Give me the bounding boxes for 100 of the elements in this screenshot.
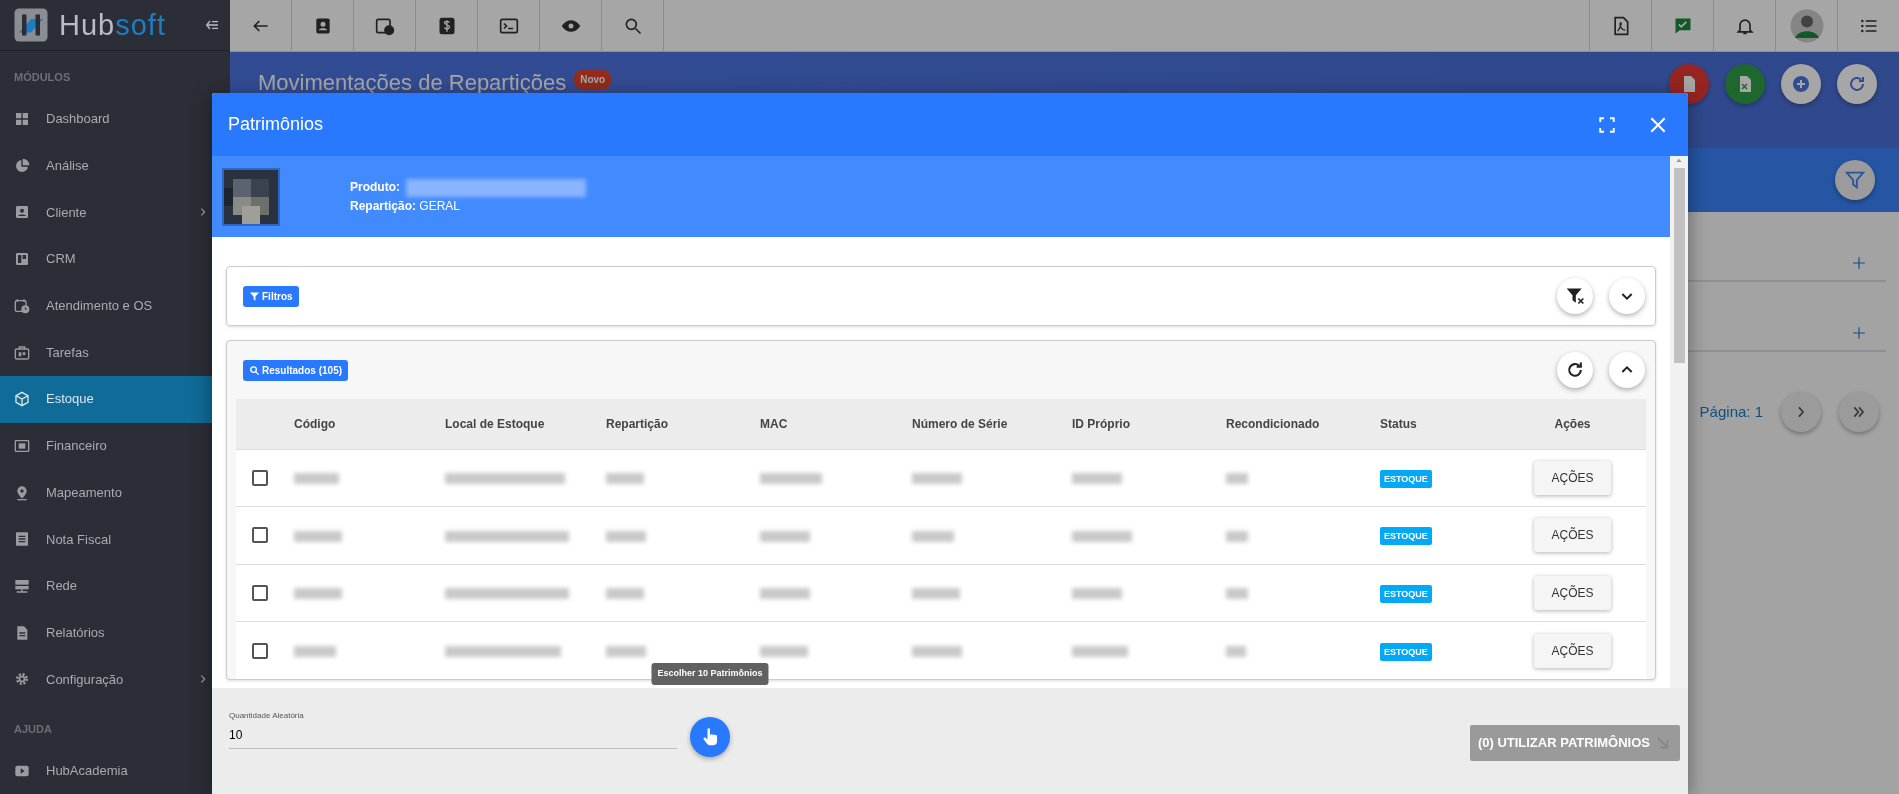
redacted-text bbox=[1072, 588, 1122, 600]
column-header: Número de Série bbox=[912, 416, 1008, 431]
map-pin-icon bbox=[14, 484, 30, 501]
redacted-text bbox=[1072, 473, 1122, 485]
page-title: Movimentações de Repartições bbox=[258, 69, 567, 97]
expand-button[interactable] bbox=[1609, 278, 1645, 314]
actions-button[interactable]: AÇÕES bbox=[1534, 633, 1611, 668]
sidebar-item[interactable]: Cliente bbox=[0, 189, 230, 236]
redacted-text bbox=[294, 473, 339, 485]
refresh-icon bbox=[1565, 360, 1585, 380]
filters-tag[interactable]: Filtros bbox=[243, 285, 299, 307]
row-checkbox[interactable] bbox=[252, 584, 268, 601]
search-icon bbox=[249, 364, 260, 376]
sidebar-item[interactable]: Rede bbox=[0, 562, 230, 610]
redacted-text bbox=[912, 645, 962, 657]
filter-icon bbox=[1844, 169, 1866, 191]
sidebar-item[interactable]: Nota Fiscal bbox=[0, 515, 230, 563]
document-list-icon bbox=[14, 531, 30, 548]
field-label: Quantidade Aleatória bbox=[229, 710, 305, 722]
avatar-icon[interactable] bbox=[1788, 7, 1825, 44]
sidebar-item[interactable]: HubAcademia bbox=[0, 747, 230, 794]
board-icon bbox=[14, 251, 30, 268]
column-header: Repartição bbox=[606, 416, 669, 431]
filter-icon bbox=[249, 290, 260, 302]
sidebar-item[interactable]: Financeiro bbox=[0, 422, 230, 470]
sidebar-item[interactable]: Dashboard bbox=[0, 95, 230, 143]
cube-icon bbox=[14, 391, 30, 408]
sidebar-item[interactable]: Tarefas bbox=[0, 329, 230, 376]
redacted-text bbox=[912, 473, 962, 485]
redacted-text bbox=[606, 530, 646, 542]
redacted-text bbox=[760, 588, 810, 600]
scrollbar-thumb[interactable] bbox=[1673, 168, 1685, 363]
contact-card-icon bbox=[14, 204, 30, 221]
logo-icon bbox=[13, 7, 49, 44]
column-header: MAC bbox=[760, 416, 788, 431]
column-header: Status bbox=[1380, 416, 1417, 431]
tooltip: Escolher 10 Patrimônios bbox=[651, 663, 769, 685]
results-tag[interactable]: Resultados (105) bbox=[243, 359, 349, 381]
pie-chart-icon bbox=[14, 157, 30, 174]
spreadsheet-button[interactable] bbox=[1725, 64, 1765, 104]
redacted-text bbox=[606, 645, 646, 657]
status-tag: ESTOQUE bbox=[1380, 469, 1432, 488]
redacted-text bbox=[1072, 530, 1132, 542]
scrollbar[interactable] bbox=[1670, 156, 1688, 688]
redacted-text bbox=[912, 530, 954, 542]
brand-logo: Hubsoft bbox=[59, 10, 166, 40]
sidebar-item[interactable]: CRM bbox=[0, 235, 230, 283]
column-header: Local de Estoque bbox=[445, 416, 545, 431]
redacted-text bbox=[1072, 645, 1128, 657]
product-label: Produto: bbox=[350, 180, 400, 195]
section-heading: AJUDA bbox=[13, 721, 53, 737]
sidebar-item[interactable]: Relatórios bbox=[0, 609, 230, 657]
sidebar-item[interactable]: Mapeamento bbox=[0, 469, 230, 516]
add-button[interactable] bbox=[1781, 64, 1821, 104]
column-header: Ações bbox=[1554, 416, 1591, 431]
redacted-text bbox=[294, 530, 342, 542]
actions-button[interactable]: AÇÕES bbox=[1534, 518, 1611, 553]
money-icon bbox=[14, 437, 30, 454]
gear-icon bbox=[14, 671, 30, 688]
redacted-text bbox=[606, 473, 644, 485]
last-page-button[interactable] bbox=[1839, 392, 1879, 432]
redacted-text bbox=[912, 588, 960, 600]
collapse-button[interactable] bbox=[1609, 352, 1645, 388]
redacted-text bbox=[1226, 530, 1248, 542]
filter-button[interactable] bbox=[1835, 160, 1875, 200]
sidebar-item[interactable]: Atendimento e OS bbox=[0, 282, 230, 330]
redacted-text bbox=[294, 588, 342, 600]
redacted-text bbox=[760, 530, 810, 542]
calendar-clock-icon bbox=[14, 297, 30, 314]
row-checkbox[interactable] bbox=[252, 642, 268, 659]
status-tag: ESTOQUE bbox=[1380, 642, 1432, 661]
column-header: Código bbox=[294, 416, 336, 431]
double-chevron-right-icon bbox=[1851, 404, 1867, 420]
refresh-button[interactable] bbox=[1557, 352, 1593, 388]
redacted-text bbox=[606, 588, 644, 600]
column-header: ID Próprio bbox=[1072, 416, 1130, 431]
redacted-text bbox=[1226, 588, 1248, 600]
actions-button[interactable]: AÇÕES bbox=[1534, 575, 1611, 610]
fullscreen-icon[interactable] bbox=[1598, 115, 1616, 134]
dashboard-icon bbox=[14, 111, 30, 127]
redacted-text bbox=[294, 645, 336, 657]
sidebar-item[interactable]: Análise bbox=[0, 142, 230, 190]
page-indicator: Página: 1 bbox=[1699, 401, 1763, 422]
column-header: Recondicionado bbox=[1226, 416, 1320, 431]
sidebar-item[interactable]: Configuração bbox=[0, 656, 230, 703]
clear-filters-button[interactable] bbox=[1557, 278, 1593, 314]
actions-button[interactable]: AÇÕES bbox=[1534, 460, 1611, 495]
file-icon bbox=[14, 624, 30, 641]
briefcase-icon bbox=[14, 344, 30, 361]
status-tag: ESTOQUE bbox=[1380, 527, 1432, 546]
redacted-text bbox=[1226, 473, 1248, 485]
row-checkbox[interactable] bbox=[252, 527, 268, 544]
status-tag: ESTOQUE bbox=[1380, 584, 1432, 603]
redacted-text bbox=[760, 473, 822, 485]
server-icon bbox=[14, 578, 30, 594]
section-heading: MÓDULOS bbox=[13, 70, 72, 86]
row-checkbox[interactable] bbox=[252, 469, 268, 486]
new-badge: Novo bbox=[574, 70, 612, 89]
quantity-field[interactable]: 10 bbox=[229, 722, 677, 749]
redacted-text bbox=[760, 645, 808, 657]
